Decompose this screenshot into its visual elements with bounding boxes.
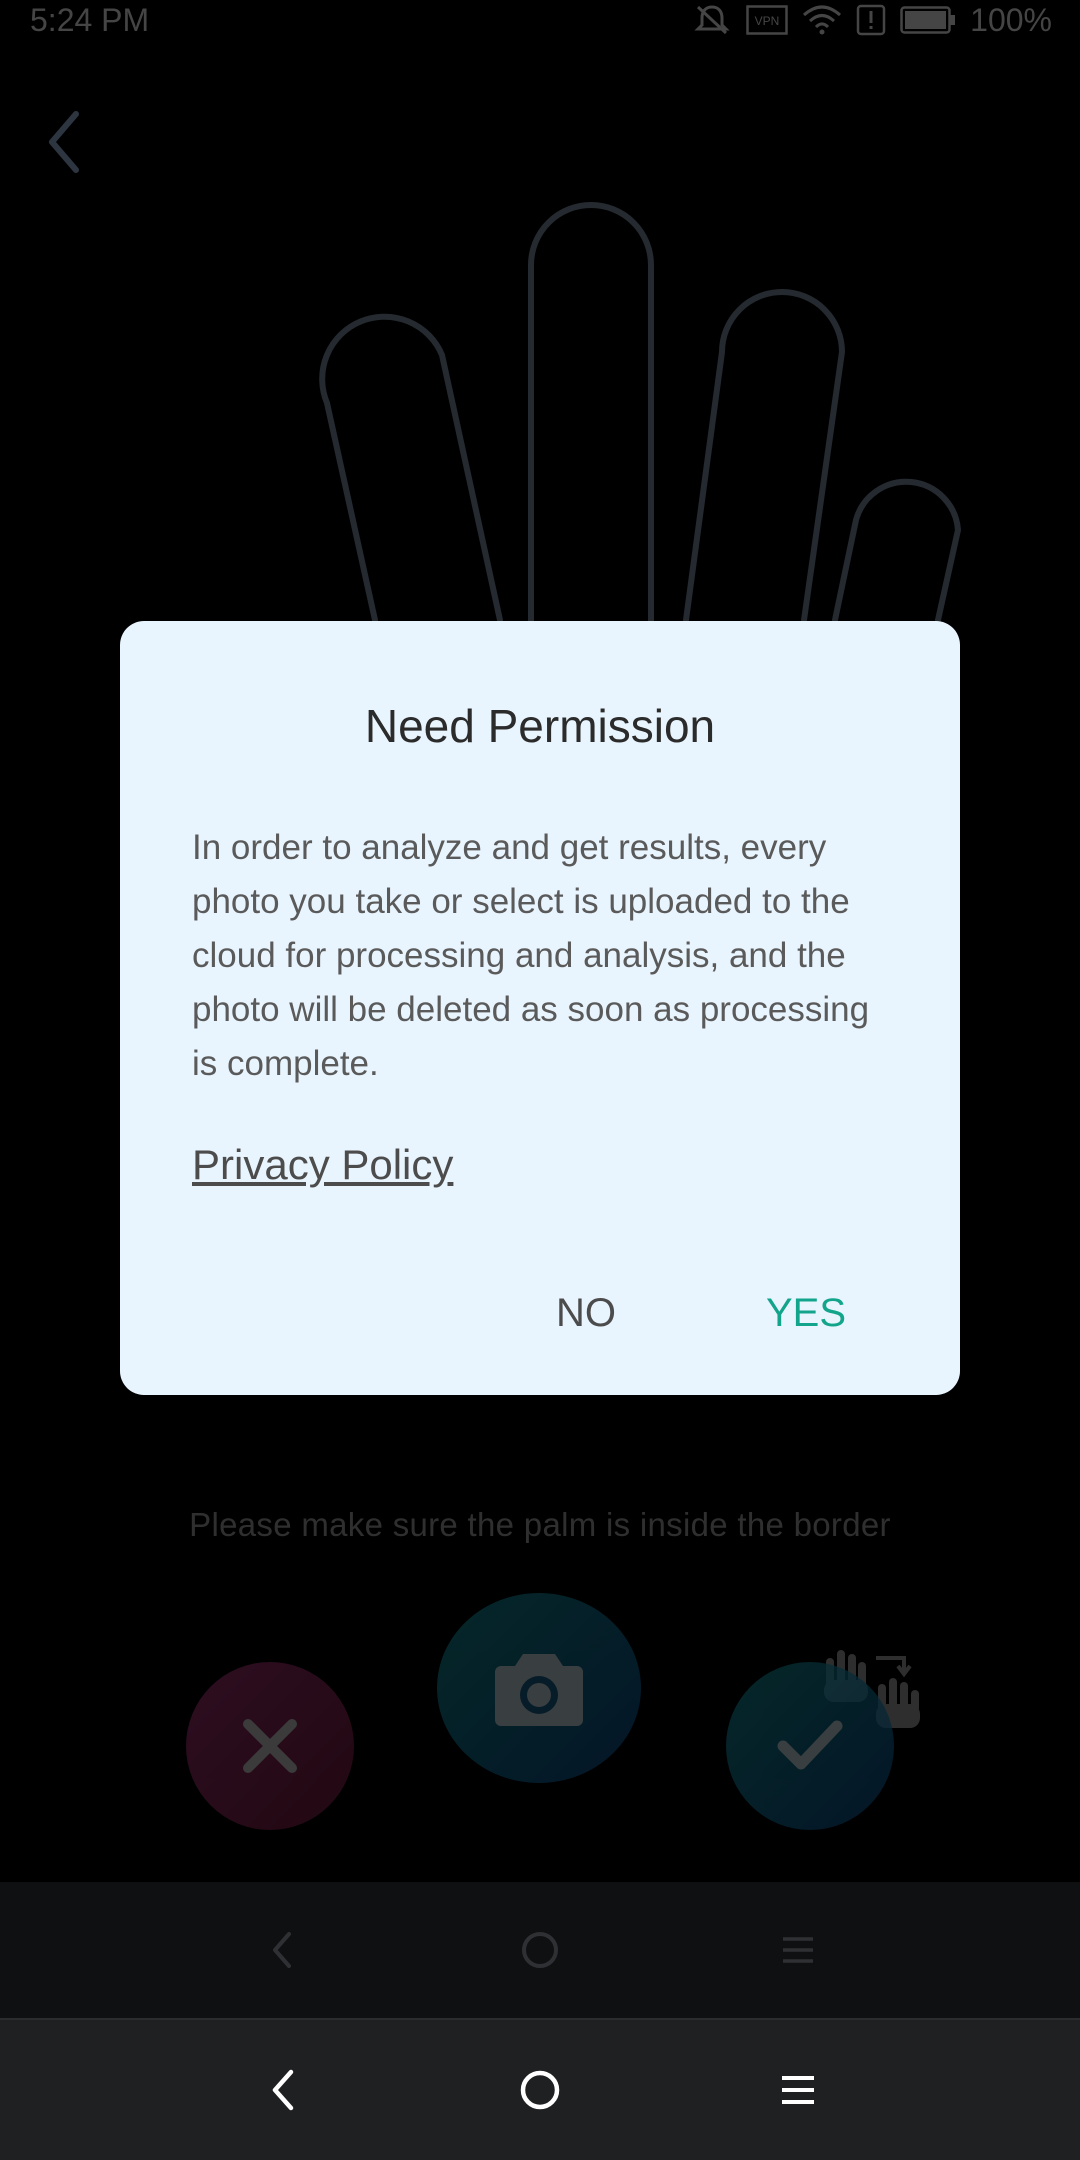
app-nav-back[interactable]: [232, 1900, 332, 2000]
system-menu-button[interactable]: [748, 2040, 848, 2140]
battery-icon: [900, 6, 956, 34]
back-icon: [273, 1932, 291, 1968]
status-icons: VPN 100%: [692, 0, 1052, 40]
app-nav-home[interactable]: [490, 1900, 590, 2000]
system-home-button[interactable]: [490, 2040, 590, 2140]
menu-icon: [783, 1937, 813, 1963]
svg-text:VPN: VPN: [755, 14, 780, 28]
dialog-title: Need Permission: [364, 700, 716, 752]
system-back-button[interactable]: [232, 2040, 332, 2140]
palm-hint: Please make sure the palm is inside the …: [189, 1506, 891, 1543]
mute-icon: [694, 5, 730, 35]
status-bar: 5:24 PM VPN 100%: [0, 0, 1080, 40]
check-icon: [777, 1720, 843, 1770]
back-icon: [272, 2069, 294, 2111]
status-time: 5:24 PM: [30, 2, 150, 38]
system-navigation-bar: [0, 2018, 1080, 2160]
home-icon: [522, 1932, 558, 1968]
camera-icon: [495, 1654, 583, 1726]
confirm-button[interactable]: [726, 1662, 894, 1830]
capture-button[interactable]: [437, 1593, 641, 1783]
wifi-icon: [803, 5, 842, 35]
close-icon: [243, 1719, 297, 1773]
privacy-policy-link[interactable]: Privacy Policy: [192, 1141, 453, 1189]
alert-icon: [856, 4, 886, 36]
battery-level: 100%: [970, 2, 1052, 38]
no-button[interactable]: NO: [556, 1291, 616, 1336]
app-navigation-bar: [0, 1882, 1080, 2018]
yes-button[interactable]: YES: [766, 1291, 846, 1336]
vpn-icon: VPN: [746, 5, 788, 35]
permission-dialog: Need Permission In order to analyze and …: [120, 621, 960, 1395]
cancel-button[interactable]: [186, 1662, 354, 1830]
dialog-message: In order to analyze and get results, eve…: [192, 828, 870, 1083]
app-nav-menu[interactable]: [748, 1900, 848, 2000]
menu-icon: [782, 2076, 814, 2104]
home-icon: [520, 2070, 560, 2110]
